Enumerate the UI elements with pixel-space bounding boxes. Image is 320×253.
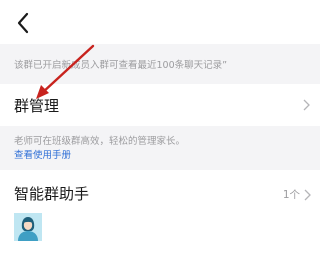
group-management-description: 老师可在班级群高效，轻松的管理家长。 [14, 136, 186, 147]
assistant-avatar[interactable] [14, 213, 42, 241]
group-management-row[interactable]: 群管理 [0, 84, 320, 126]
teacher-avatar-icon [14, 213, 42, 241]
user-manual-link[interactable]: 查看使用手册 [14, 147, 71, 161]
smart-assistant-title: 智能群助手 [14, 185, 90, 203]
smart-assistant-row[interactable]: 智能群助手 1个 [0, 170, 320, 253]
assistant-count-text: 1个 [282, 189, 300, 201]
group-management-title: 群管理 [14, 97, 60, 115]
top-nav-bar [0, 0, 320, 44]
history-notice-text: 该群已开启新成员入群可查看最近100条聊天记录” [14, 60, 228, 71]
assistant-count: 1个 [283, 187, 311, 202]
back-arrow-icon [17, 12, 29, 34]
back-button[interactable] [10, 10, 36, 36]
chevron-right-icon [301, 99, 311, 111]
chevron-right-icon [304, 189, 311, 200]
